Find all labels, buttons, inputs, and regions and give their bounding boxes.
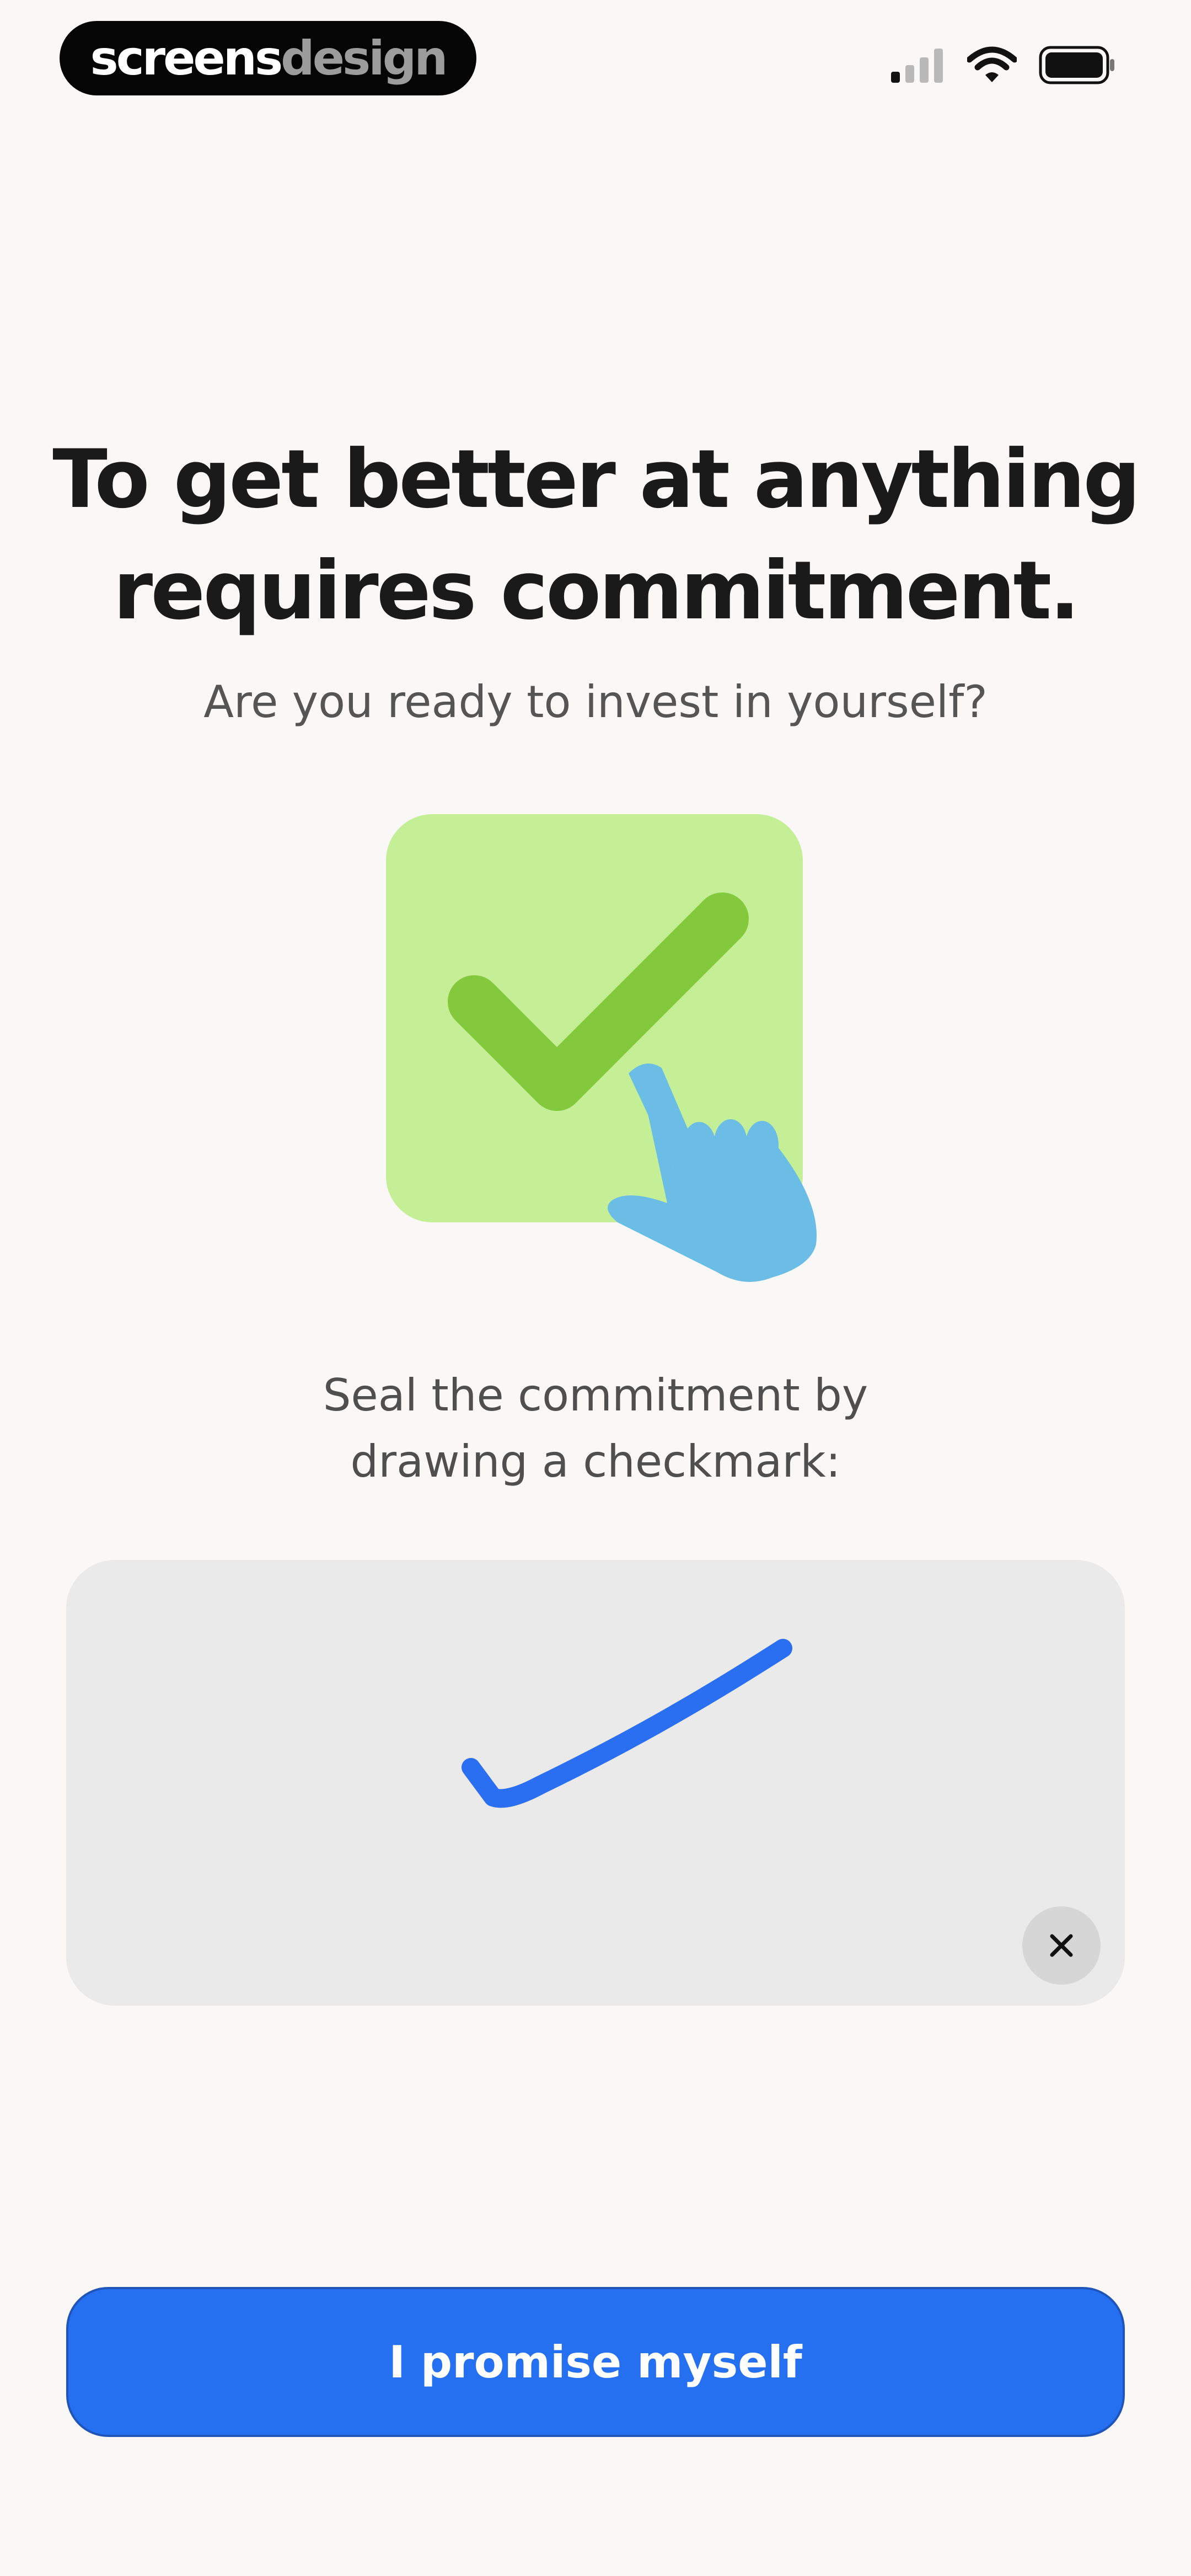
commitment-screen: screens design To get better at anything … <box>0 0 1191 2576</box>
page-title: To get better at anything requires commi… <box>0 424 1191 646</box>
checkbox-hand-icon <box>386 814 817 1282</box>
drawn-checkmark <box>462 1639 792 1808</box>
battery-icon <box>1039 46 1114 84</box>
title-line-2: requires commitment. <box>113 544 1080 638</box>
title-line-1: To get better at anything <box>52 432 1140 526</box>
status-bar <box>890 45 1116 85</box>
close-icon <box>1050 1934 1073 1957</box>
instruction-line-2: drawing a checkmark: <box>350 1436 841 1487</box>
instruction-text: Seal the commitment by drawing a checkma… <box>0 1362 1191 1495</box>
brand-watermark: screens design <box>60 21 476 95</box>
signature-pad[interactable] <box>66 1560 1125 2006</box>
page-subtitle: Are you ready to invest in yourself? <box>203 676 988 728</box>
cellular-signal-icon <box>891 49 943 83</box>
promise-button[interactable]: I promise myself <box>66 2287 1125 2437</box>
instruction-line-1: Seal the commitment by <box>323 1370 868 1421</box>
brand-part-design: design <box>281 30 448 86</box>
brand-part-screens: screens <box>90 30 283 86</box>
wifi-icon <box>967 46 1017 82</box>
clear-drawing-button[interactable] <box>1022 1906 1101 1985</box>
